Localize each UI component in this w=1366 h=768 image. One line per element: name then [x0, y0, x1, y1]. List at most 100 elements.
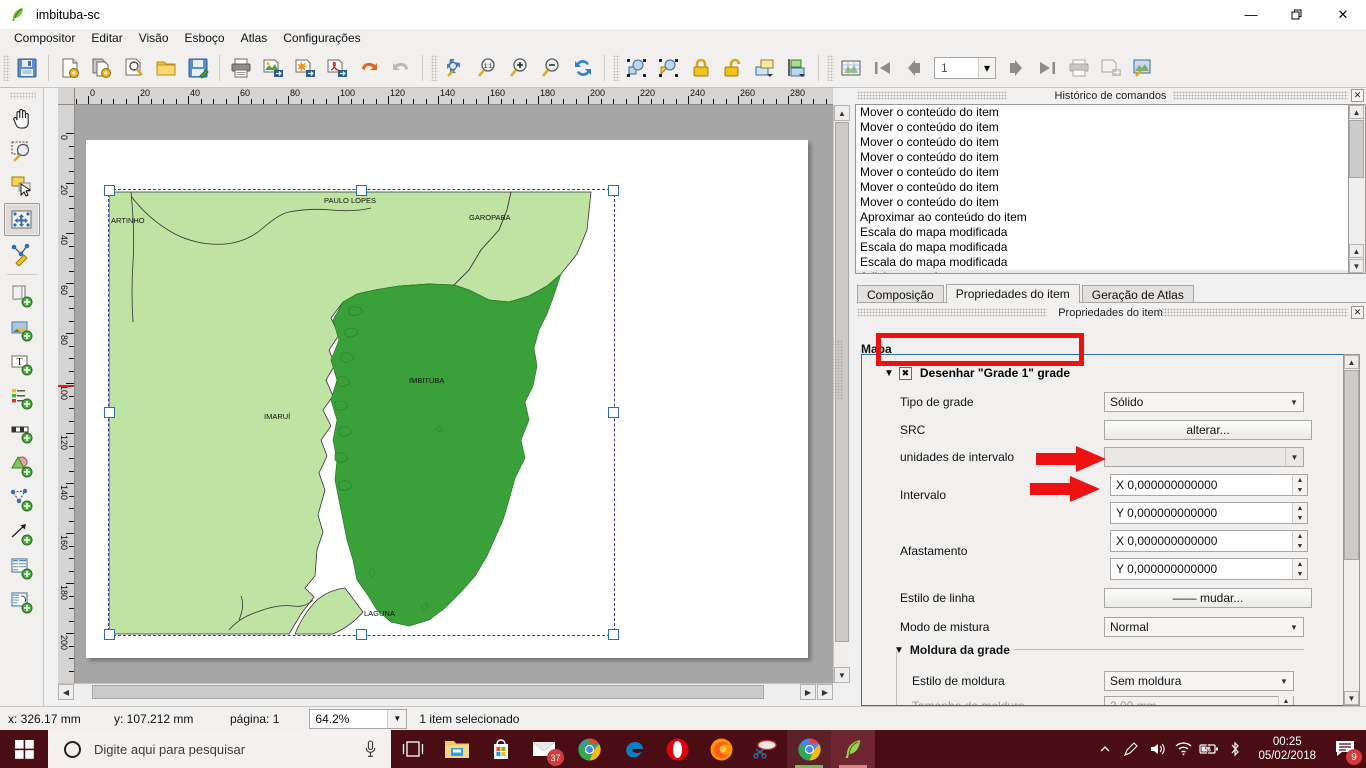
history-entry[interactable]: Mover o conteúdo do item [856, 120, 1348, 135]
history-entry[interactable]: Aproximar ao conteúdo do item [856, 210, 1348, 225]
tab-propriedades-do-item[interactable]: Propriedades do item [945, 284, 1080, 303]
atlas-first-icon[interactable] [868, 52, 898, 84]
battery-icon[interactable] [1196, 730, 1222, 768]
pan-tool-icon[interactable] [4, 101, 40, 134]
atlas-print-icon[interactable] [1064, 52, 1094, 84]
task-view-icon[interactable] [391, 730, 435, 768]
add-image-icon[interactable] [4, 313, 40, 346]
start-button[interactable] [0, 730, 48, 768]
history-entry[interactable]: Adicionar grade no mapa [856, 270, 1348, 273]
save-project-icon[interactable] [12, 52, 42, 84]
atlas-preview-icon[interactable] [1128, 52, 1158, 84]
composer-manager-icon[interactable] [119, 52, 149, 84]
offset-x-spin[interactable]: X 0,000000000000 ▲ ▼ [1110, 530, 1308, 552]
microsoft-store-icon[interactable] [479, 730, 523, 768]
zoom-100-icon[interactable]: 1:1 [472, 52, 502, 84]
command-history-scrollbar[interactable]: ▲ ▲ ▼ [1349, 104, 1366, 274]
search-input[interactable]: Digite aqui para pesquisar [48, 730, 391, 768]
close-icon[interactable]: ✕ [1351, 306, 1364, 319]
maximize-button[interactable] [1274, 0, 1320, 29]
firefox-icon[interactable] [699, 730, 743, 768]
history-entry[interactable]: Mover o conteúdo do item [856, 195, 1348, 210]
volume-icon[interactable] [1144, 730, 1170, 768]
spinner-buttons[interactable]: ▲▼ [1292, 503, 1307, 523]
scroll-right-button[interactable]: ▶ [800, 684, 816, 700]
canvas-horizontal-scrollbar[interactable]: ◀ ▶ ▶ [58, 683, 833, 700]
tab-composicao[interactable]: Composição [857, 285, 944, 303]
microphone-icon[interactable] [364, 740, 377, 761]
close-button[interactable]: ✕ [1320, 0, 1366, 29]
add-label-icon[interactable]: T [4, 347, 40, 380]
spinner-buttons[interactable]: ▲▼ [1278, 696, 1293, 705]
toolbar-grip[interactable] [613, 54, 620, 81]
chevron-down-icon[interactable]: ▼ [1285, 448, 1303, 466]
history-entry[interactable]: Mover o conteúdo do item [856, 165, 1348, 180]
add-html-icon[interactable] [4, 585, 40, 618]
atlas-last-icon[interactable] [1032, 52, 1062, 84]
spinner-buttons[interactable]: ▲▼ [1292, 531, 1307, 551]
chrome-icon[interactable] [567, 730, 611, 768]
scroll-bottom-button[interactable]: ▼ [1349, 259, 1364, 273]
atlas-page-input[interactable]: 1 ▾ [934, 56, 996, 79]
add-shape-icon[interactable] [4, 449, 40, 482]
scroll-left-button[interactable]: ◀ [58, 684, 74, 700]
history-entry[interactable]: Escala do mapa modificada [856, 225, 1348, 240]
spinner-buttons[interactable]: ▲▼ [1292, 559, 1307, 579]
scroll-end-button[interactable]: ▶ [817, 684, 833, 700]
command-history-list[interactable]: Mover o conteúdo do item Mover o conteúdo… [855, 104, 1349, 274]
add-node-item-icon[interactable] [4, 483, 40, 516]
mail-icon[interactable]: 37 [523, 730, 567, 768]
menu-compositor[interactable]: Compositor [6, 29, 83, 48]
export-pdf-icon[interactable] [322, 52, 352, 84]
frame-group-header[interactable]: ▼ Moldura da grade [894, 643, 1010, 657]
atlas-next-icon[interactable] [1000, 52, 1030, 84]
export-image-icon[interactable] [258, 52, 288, 84]
panel-grip[interactable] [857, 308, 1047, 317]
resize-handle-w[interactable] [104, 407, 115, 418]
chevron-down-icon[interactable]: ▼ [1275, 672, 1293, 690]
duplicate-composition-icon[interactable] [87, 52, 117, 84]
history-entry[interactable]: Mover o conteúdo do item [856, 135, 1348, 150]
scroll-down-button[interactable]: ▼ [1344, 691, 1359, 705]
chevron-down-icon[interactable]: ▼ [1285, 618, 1303, 636]
new-composition-icon[interactable] [55, 52, 85, 84]
panel-grip[interactable] [1173, 91, 1348, 100]
toolbar-grip[interactable] [827, 54, 834, 81]
history-entry[interactable]: Mover o conteúdo do item [856, 180, 1348, 195]
add-arrow-icon[interactable] [4, 517, 40, 550]
raise-items-icon[interactable] [750, 52, 780, 84]
scroll-up-button[interactable]: ▲ [1349, 105, 1364, 119]
grid-section-header[interactable]: ▼ ✖ Desenhar "Grade 1" grade [884, 363, 1304, 383]
menu-esboco[interactable]: Esboço [177, 29, 233, 48]
opera-icon[interactable] [655, 730, 699, 768]
interval-units-combo[interactable]: ▼ [1104, 447, 1304, 467]
panel-grip[interactable] [1158, 308, 1348, 317]
align-items-icon[interactable] [782, 52, 812, 84]
scroll-up-button[interactable]: ▲ [834, 105, 850, 121]
grid-enabled-checkbox[interactable]: ✖ [898, 366, 912, 380]
chevron-down-icon[interactable]: ▼ [387, 709, 407, 728]
load-template-icon[interactable] [151, 52, 181, 84]
history-entry[interactable]: Escala do mapa modificada [856, 255, 1348, 270]
bluetooth-icon[interactable] [1222, 730, 1248, 768]
refresh-icon[interactable] [568, 52, 598, 84]
lock-items-icon[interactable] [686, 52, 716, 84]
history-entry[interactable]: Mover o conteúdo do item [856, 150, 1348, 165]
close-icon[interactable]: ✕ [1351, 89, 1364, 102]
select-move-item-icon[interactable] [4, 169, 40, 202]
snip-tool-icon[interactable] [743, 730, 787, 768]
panel-splitter[interactable] [834, 340, 843, 400]
atlas-export-image-icon[interactable] [1096, 52, 1126, 84]
resize-handle-e[interactable] [608, 407, 619, 418]
edit-nodes-icon[interactable] [4, 237, 40, 270]
scroll-down-button[interactable]: ▲ [1349, 244, 1364, 258]
edge-icon[interactable] [611, 730, 655, 768]
menu-atlas[interactable]: Atlas [233, 29, 276, 48]
undo-icon[interactable] [354, 52, 384, 84]
properties-scrollbar[interactable]: ▲ ▼ [1343, 354, 1360, 706]
composer-canvas[interactable]: PAULO LOPES ARTINHO GAROPABA IMBITUBA IM… [75, 105, 833, 683]
move-item-content-icon[interactable] [3, 203, 40, 236]
menu-configuracoes[interactable]: Configurações [275, 29, 368, 48]
zoom-in-icon[interactable] [504, 52, 534, 84]
scroll-up-button[interactable]: ▲ [1344, 355, 1359, 369]
